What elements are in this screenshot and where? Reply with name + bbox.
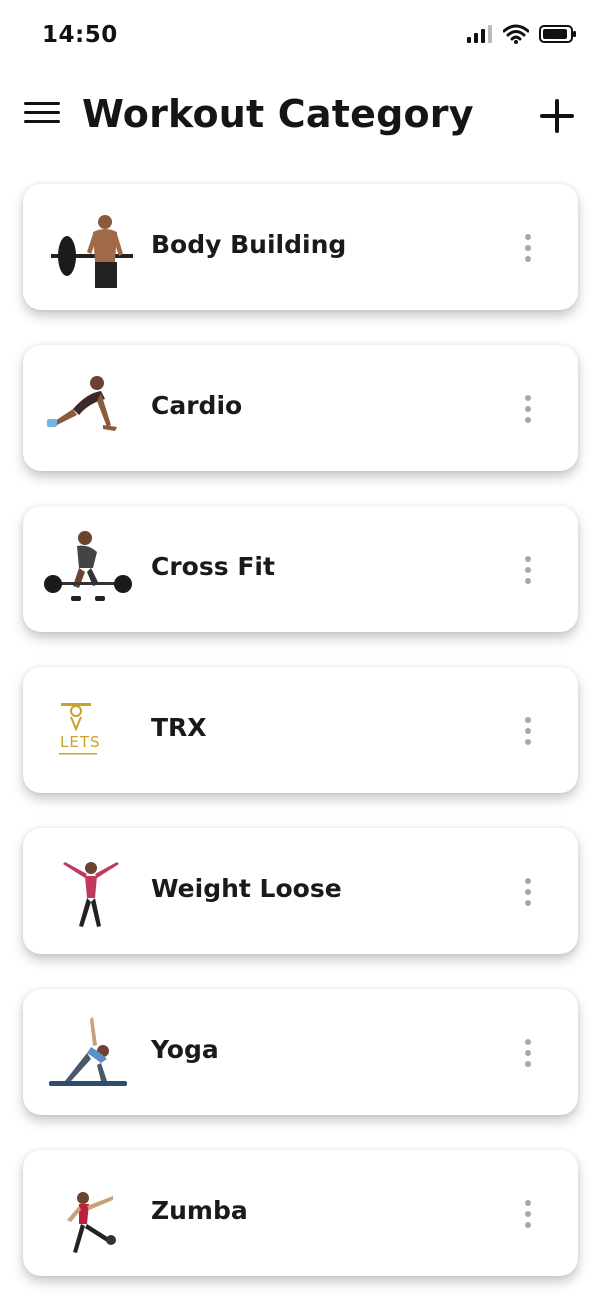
- category-card-yoga[interactable]: Yoga: [23, 989, 578, 1115]
- category-card-cardio[interactable]: Cardio: [23, 345, 578, 471]
- category-card-zumba[interactable]: Zumba: [23, 1150, 578, 1276]
- category-label: Yoga: [151, 1035, 219, 1064]
- page-title: Workout Category: [82, 92, 474, 136]
- lets-logo-icon: LETS: [59, 703, 101, 755]
- category-label: Weight Loose: [151, 874, 342, 903]
- category-label: Body Building: [151, 230, 347, 259]
- cellular-signal-icon: [467, 25, 492, 43]
- triangle-pose-icon: [49, 1017, 127, 1086]
- category-card-body-building[interactable]: Body Building: [23, 184, 578, 310]
- category-card-weight-loose[interactable]: Weight Loose: [23, 828, 578, 954]
- more-options-icon[interactable]: [522, 1039, 534, 1067]
- svg-text:LETS: LETS: [60, 733, 101, 751]
- status-icons: [467, 24, 577, 44]
- category-label: TRX: [151, 713, 207, 742]
- category-card-cross-fit[interactable]: Cross Fit: [23, 506, 578, 632]
- more-options-icon[interactable]: [522, 556, 534, 584]
- wifi-icon: [503, 24, 529, 44]
- category-list: Body Building Cardio Cross Fit LETS TRX …: [23, 184, 578, 1311]
- status-time: 14:50: [42, 22, 118, 48]
- more-options-icon[interactable]: [522, 1200, 534, 1228]
- more-options-icon[interactable]: [522, 878, 534, 906]
- deadlift-icon: [44, 531, 132, 601]
- add-category-button[interactable]: [539, 98, 575, 134]
- jumping-jack-icon: [63, 862, 119, 927]
- status-bar: 14:50: [0, 0, 601, 70]
- app-header: Workout Category: [0, 80, 601, 160]
- more-options-icon[interactable]: [522, 717, 534, 745]
- more-options-icon[interactable]: [522, 395, 534, 423]
- barbell-curl-icon: [51, 215, 133, 288]
- plank-icon: [47, 376, 117, 431]
- more-options-icon[interactable]: [522, 234, 534, 262]
- category-card-trx[interactable]: LETS TRX: [23, 667, 578, 793]
- category-label: Cardio: [151, 391, 243, 420]
- category-label: Cross Fit: [151, 552, 275, 581]
- hamburger-menu-button[interactable]: [24, 102, 60, 132]
- dance-kick-icon: [67, 1192, 116, 1253]
- battery-icon: [539, 25, 576, 43]
- category-label: Zumba: [151, 1196, 248, 1225]
